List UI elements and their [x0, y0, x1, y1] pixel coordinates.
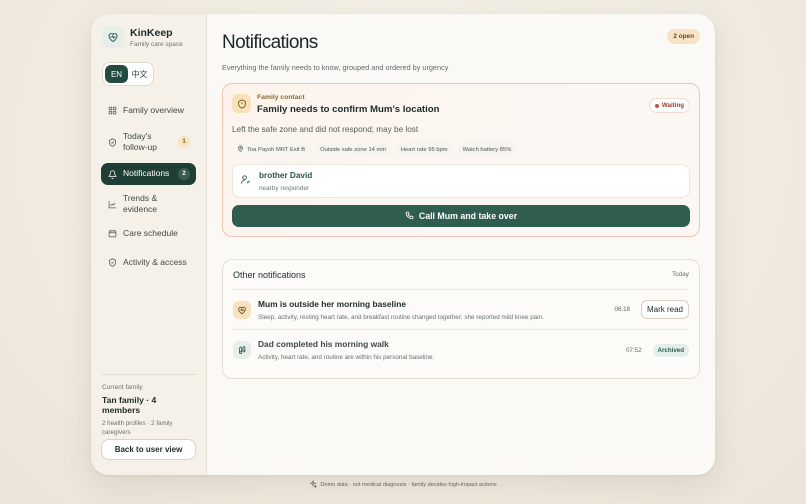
notification-time: 06:18: [614, 306, 630, 313]
lang-zh-button[interactable]: 中文: [128, 65, 151, 83]
footprints-icon: [233, 341, 251, 359]
chip-label: Watch battery 85%: [462, 146, 512, 153]
list-item[interactable]: Mum is outside her morning baseline Slee…: [233, 290, 689, 330]
location-pin-icon: [237, 145, 244, 154]
trend-icon: [107, 199, 117, 209]
family-name: Tan family · 4 members: [102, 395, 157, 415]
list-item[interactable]: Dad completed his morning walk Activity,…: [233, 330, 689, 370]
lang-en-button[interactable]: EN: [105, 65, 128, 83]
notification-title: Dad completed his morning walk: [258, 339, 389, 349]
archived-badge: Archived: [652, 343, 689, 357]
urgent-chips: Toa Payoh MRT Exit B Outside safe zone 1…: [232, 142, 690, 157]
sidebar-item-label: Care schedule: [123, 228, 178, 239]
page-subtitle: Everything the family needs to know, gro…: [222, 63, 449, 72]
location-chip: Toa Payoh MRT Exit B: [232, 142, 311, 157]
responder-role: nearby responder: [259, 184, 310, 192]
main-content: Notifications Everything the family need…: [207, 14, 715, 475]
urgent-notification-card: Family contact Family needs to confirm M…: [222, 83, 700, 237]
other-notifications-title: Other notifications: [233, 269, 306, 280]
responder-card: brother David nearby responder: [232, 164, 690, 198]
brand-subtitle: Family care space: [130, 40, 183, 48]
chip-label: Outside safe zone 14 min: [320, 146, 386, 153]
notifications-count-badge: 2: [178, 168, 190, 180]
sidebar-item-label: Family overview: [123, 104, 184, 115]
heart-rate-chip: Heart rate 95 bpm: [395, 142, 453, 157]
shield-check-icon: [107, 137, 117, 147]
urgent-title: Family needs to confirm Mum’s location: [257, 104, 440, 115]
sidebar-item-care-schedule[interactable]: Care schedule: [101, 223, 196, 244]
sidebar-item-trends-evidence[interactable]: Trends & evidence: [101, 193, 196, 215]
sidebar-item-notifications[interactable]: Notifications 2: [101, 163, 196, 185]
sidebar-item-todays-follow-up[interactable]: Today's follow-up 1: [101, 125, 196, 159]
current-family: Current family Tan family · 4 members 2 …: [102, 374, 196, 437]
other-notifications-date: Today: [671, 271, 689, 278]
sidebar-item-family-overview[interactable]: Family overview: [101, 100, 196, 121]
sparkle-icon: [309, 479, 318, 490]
follow-up-count-badge: 1: [178, 136, 190, 148]
sidebar-item-activity-access[interactable]: Activity & access: [101, 252, 196, 273]
status-dot-icon: [654, 103, 659, 108]
family-caption: Current family: [102, 384, 143, 391]
family-meta: 2 health profiles · 2 family caregivers: [102, 420, 173, 436]
shield-icon: [232, 94, 251, 113]
call-button-label: Call Mum and take over: [418, 211, 518, 221]
notification-description: Sleep, activity, resting heart rate, and…: [258, 313, 544, 321]
bell-icon: [107, 169, 117, 179]
open-count-badge: 2 open: [667, 29, 700, 44]
footer-note: Demo data · not medical diagnosis · fami…: [320, 482, 497, 488]
heart-pulse-icon: [233, 300, 251, 319]
status-label: Waiting: [661, 102, 684, 109]
sidebar-item-label: Today's follow-up: [123, 130, 158, 152]
call-and-take-over-button[interactable]: Call Mum and take over: [232, 205, 690, 227]
grid-icon: [107, 106, 117, 116]
urgent-description: Left the safe zone and did not respond; …: [232, 125, 419, 134]
phone-icon: [405, 211, 414, 222]
user-icon: [240, 172, 251, 190]
responder-name: brother David: [259, 170, 313, 180]
brand-name: KinKeep: [130, 26, 173, 39]
urgent-category: Family contact: [257, 94, 305, 101]
chip-label: Heart rate 95 bpm: [400, 146, 448, 153]
notification-description: Activity, heart rate, and routine are wi…: [258, 354, 435, 361]
sidebar-nav: Family overview Today's follow-up 1 Noti…: [101, 100, 196, 273]
notification-title: Mum is outside her morning baseline: [258, 298, 406, 309]
sidebar-item-label: Notifications: [123, 168, 170, 179]
language-switch: EN 中文: [102, 62, 154, 86]
mark-read-button[interactable]: Mark read: [640, 300, 689, 319]
sidebar: KinKeep Family care space EN 中文 Family o…: [91, 14, 207, 475]
app-window: KinKeep Family care space EN 中文 Family o…: [91, 14, 715, 475]
calendar-icon: [107, 229, 117, 239]
sidebar-item-label: Trends & evidence: [123, 193, 158, 215]
battery-chip: Watch battery 85%: [457, 142, 517, 157]
heart-shield-icon: [102, 26, 124, 48]
footer: Demo data · not medical diagnosis · fami…: [0, 479, 806, 490]
brand: KinKeep Family care space: [102, 26, 196, 48]
safe-zone-chip: Outside safe zone 14 min: [315, 142, 391, 157]
chip-label: Toa Payoh MRT Exit B: [247, 146, 306, 153]
back-to-user-view-button[interactable]: Back to user view: [101, 439, 196, 460]
status-badge: Waiting: [648, 98, 690, 113]
notification-time: 07:52: [626, 346, 642, 354]
sidebar-item-label: Activity & access: [123, 257, 187, 268]
other-notifications-panel: Other notifications Today Mum is outside…: [222, 259, 700, 379]
shield-icon: [107, 258, 117, 268]
page-title: Notifications: [222, 32, 318, 53]
